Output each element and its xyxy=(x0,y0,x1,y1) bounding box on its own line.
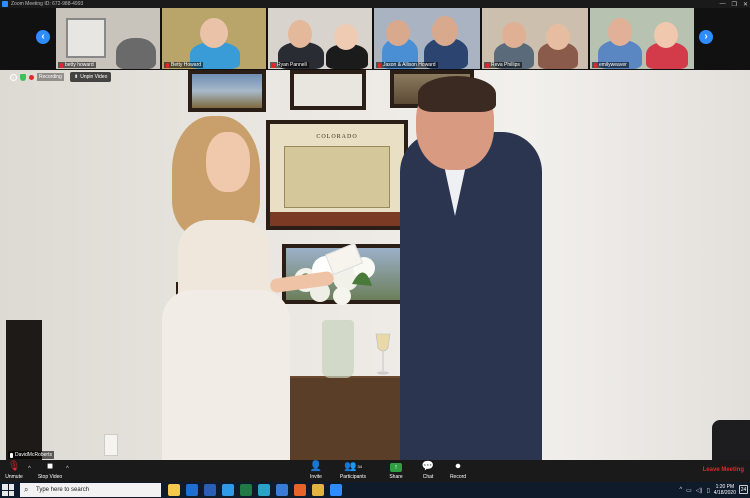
record-icon: ⏺ xyxy=(455,461,461,472)
groom-suit xyxy=(400,132,542,460)
muted-microphone-icon: 🎙 xyxy=(7,461,21,472)
edge-icon[interactable] xyxy=(222,484,234,496)
participant-tile[interactable]: Ryan Pannell xyxy=(268,8,372,69)
muted-mic-icon xyxy=(60,62,63,68)
wall-picture xyxy=(188,70,266,112)
volume-icon[interactable]: ◁) xyxy=(696,487,703,494)
battery-icon[interactable]: ▯ xyxy=(706,487,709,494)
participant-tile[interactable]: Reva Phillips xyxy=(482,8,588,69)
minimize-button[interactable]: — xyxy=(720,1,726,7)
participant-tile[interactable]: betty howard xyxy=(56,8,160,69)
window-controls: — ❐ ✕ xyxy=(720,0,748,8)
bride-dress xyxy=(162,290,290,460)
windows-logo-icon xyxy=(2,484,8,490)
meeting-controls-toolbar: 🎙 Unmute ^ ■ Stop Video ^ 👤 Invite 👥34 P… xyxy=(0,460,750,482)
mic-icon xyxy=(10,452,13,458)
excel-icon[interactable] xyxy=(240,484,252,496)
muted-mic-icon xyxy=(272,62,275,68)
sketchup-icon[interactable] xyxy=(258,484,270,496)
glass-vase xyxy=(322,320,354,378)
leave-meeting-button[interactable]: Leave Meeting xyxy=(703,467,744,473)
participant-gallery-strip: ‹ betty howard Betty Howard Ryan Pannell… xyxy=(0,8,750,70)
video-options-caret[interactable]: ^ xyxy=(66,466,69,472)
participant-tile[interactable]: Jason & Allison Howard xyxy=(374,8,480,69)
invite-button[interactable]: 👤 Invite xyxy=(306,461,326,481)
participant-tile[interactable]: emilyweaver xyxy=(590,8,694,69)
zoom-app-icon xyxy=(2,1,8,7)
wine-rack xyxy=(6,320,42,460)
participant-name-tag: Betty Howard xyxy=(164,62,204,68)
map-title: COLORADO xyxy=(316,134,358,140)
share-screen-button[interactable]: ↑ Share xyxy=(386,462,406,480)
colorado-map-picture: COLORADO xyxy=(266,120,408,230)
system-tray: ^ ▭ ◁) ▯ 1:20 PM 4/18/2020 xyxy=(679,484,736,496)
windows-taskbar: ⌕ Type here to search ^ ▭ ◁) ▯ 1:20 PM 4… xyxy=(0,482,750,498)
window-title: Zoom Meeting ID: 672-988-4993 xyxy=(11,1,84,7)
speaker-name-tag: DavidMcRoberts xyxy=(8,451,54,459)
taskbar-clock[interactable]: 1:20 PM 4/18/2020 xyxy=(714,484,736,496)
maximize-button[interactable]: ❐ xyxy=(732,1,737,8)
groom-hair xyxy=(418,76,496,112)
recording-label: Recording xyxy=(37,73,64,81)
encryption-shield-icon[interactable] xyxy=(20,73,26,81)
word-icon[interactable] xyxy=(204,484,216,496)
file-explorer-icon[interactable] xyxy=(168,484,180,496)
share-screen-icon: ↑ xyxy=(386,462,406,472)
muted-mic-icon xyxy=(594,62,597,68)
unpin-video-button[interactable]: ⬍ Unpin Video xyxy=(70,72,112,82)
participant-name-tag: emilyweaver xyxy=(592,62,629,68)
bride-face xyxy=(206,132,250,192)
meeting-info-icon[interactable]: i xyxy=(10,73,17,81)
wine-glass xyxy=(375,333,391,375)
recording-dot-icon xyxy=(29,74,34,80)
outlook-icon[interactable] xyxy=(186,484,198,496)
firefox-icon[interactable] xyxy=(294,484,306,496)
muted-mic-icon xyxy=(378,62,381,68)
stop-video-button[interactable]: ■ Stop Video xyxy=(36,461,64,481)
participants-icon: 👥34 xyxy=(344,461,362,472)
video-camera-icon: ■ xyxy=(46,461,54,472)
wall-picture xyxy=(290,70,366,110)
close-button[interactable]: ✕ xyxy=(743,1,748,8)
recording-indicator: i Recording xyxy=(10,73,64,81)
unmute-button[interactable]: 🎙 Unmute xyxy=(4,461,24,481)
participant-name-tag: betty howard xyxy=(58,62,96,68)
invite-person-icon: 👤 xyxy=(309,461,323,472)
show-hidden-icons[interactable]: ^ xyxy=(679,487,682,493)
chat-button[interactable]: 💬 Chat xyxy=(420,461,436,481)
active-speaker-video[interactable]: COLORADO i Recording ⬍ Unpin Video David… xyxy=(0,70,750,460)
gallery-next-button[interactable]: › xyxy=(699,30,713,44)
muted-mic-icon xyxy=(486,62,489,68)
search-icon: ⌕ xyxy=(24,485,29,494)
participant-tile[interactable]: Betty Howard xyxy=(162,8,266,69)
participants-button[interactable]: 👥34 Participants xyxy=(338,461,368,481)
gallery-prev-button[interactable]: ‹ xyxy=(36,30,50,44)
pinned-apps xyxy=(168,484,342,496)
taskbar-search-input[interactable]: ⌕ Type here to search xyxy=(20,483,161,497)
zoom-icon[interactable] xyxy=(330,484,342,496)
muted-mic-icon xyxy=(166,62,169,68)
chat-bubble-icon: 💬 xyxy=(421,461,435,472)
record-button[interactable]: ⏺ Record xyxy=(448,461,468,481)
windows-start-button[interactable] xyxy=(2,484,14,496)
store-icon[interactable] xyxy=(276,484,288,496)
participant-name-tag: Reva Phillips xyxy=(484,62,522,68)
chrome-icon[interactable] xyxy=(312,484,324,496)
participant-name-tag: Jason & Allison Howard xyxy=(376,62,438,68)
network-icon[interactable]: ▭ xyxy=(686,487,692,494)
window-titlebar: Zoom Meeting ID: 672-988-4993 — ❐ ✕ xyxy=(0,0,750,8)
pin-icon: ⬍ xyxy=(74,74,79,80)
action-center-button[interactable]: 24 xyxy=(739,485,748,494)
chair xyxy=(712,420,750,460)
wall-outlet xyxy=(104,434,118,456)
participants-count: 34 xyxy=(357,464,362,469)
audio-options-caret[interactable]: ^ xyxy=(28,466,31,472)
participant-name-tag: Ryan Pannell xyxy=(270,62,309,68)
